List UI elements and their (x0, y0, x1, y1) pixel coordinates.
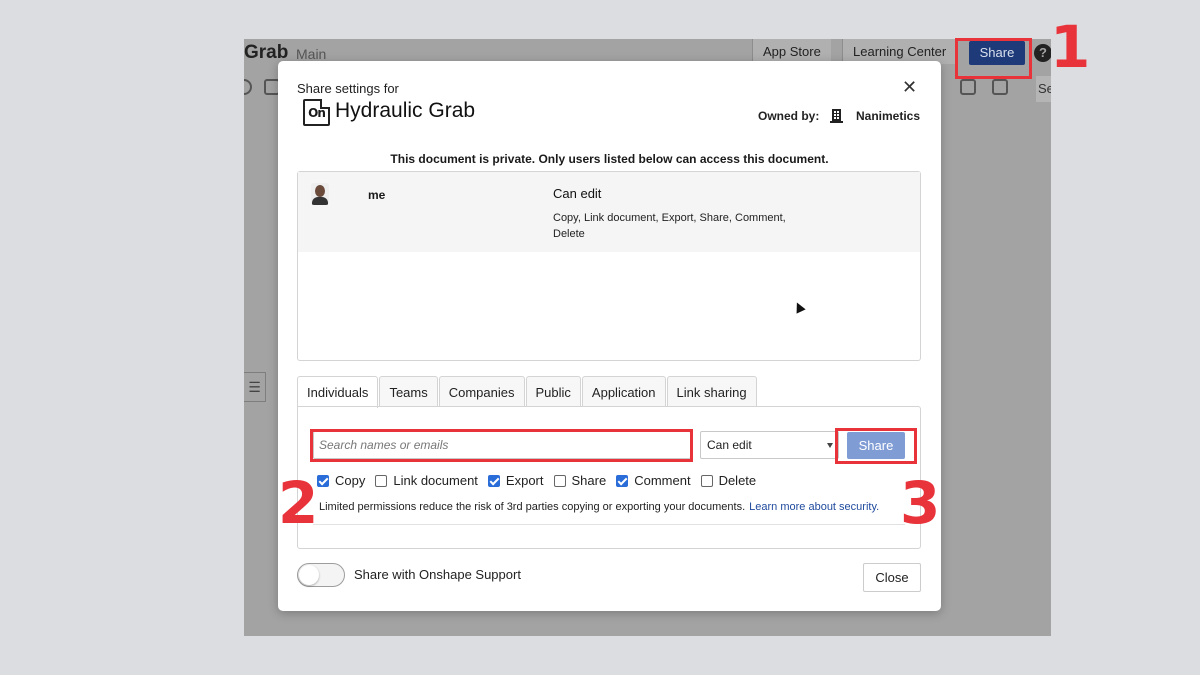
onshape-support-label: Share with Onshape Support (354, 567, 521, 582)
annotation-number-3: 3 (900, 469, 941, 537)
annotation-highlight-share (955, 38, 1032, 79)
checkbox-delete[interactable]: Delete (700, 473, 757, 488)
tab-public[interactable]: Public (525, 376, 581, 407)
onshape-support-toggle[interactable] (297, 563, 345, 587)
close-button[interactable]: Close (863, 563, 921, 592)
tab-companies[interactable]: Companies (438, 376, 525, 407)
checkbox-label: Comment (634, 473, 691, 488)
annotation-highlight-search (310, 429, 693, 462)
close-icon[interactable]: ✕ (902, 77, 917, 98)
tab-individuals[interactable]: Individuals (297, 376, 379, 408)
dialog-subtitle: Share settings for (297, 81, 399, 96)
checkbox-export[interactable]: Export (487, 473, 544, 488)
mouse-cursor-icon (792, 300, 806, 314)
shared-users-list: me Can edit Copy, Link document, Export,… (297, 171, 921, 361)
share-tabs: Individuals Teams Companies Public Appli… (297, 376, 758, 408)
permission-select-value: Can edit (707, 438, 752, 452)
checkbox-comment[interactable]: Comment (616, 473, 691, 488)
individuals-panel: Can edit Share Copy Link document Export… (297, 406, 921, 549)
toolbar-search-stub[interactable]: Se (1036, 76, 1051, 102)
app-branch-label: Main (296, 46, 327, 62)
toggle-knob (299, 565, 319, 585)
checkbox-unchecked-icon[interactable] (553, 474, 566, 487)
tab-teams[interactable]: Teams (379, 376, 438, 407)
annotation-number-1: 1 (1050, 13, 1091, 81)
toolbar-view-icon[interactable] (992, 79, 1008, 95)
list-panel-icon[interactable]: ☰ (244, 372, 266, 402)
building-icon (830, 109, 843, 123)
chevron-down-icon (827, 443, 833, 448)
document-title: Hydraulic Grab (335, 99, 476, 122)
checkbox-share[interactable]: Share (553, 473, 607, 488)
checkbox-unchecked-icon[interactable] (700, 474, 713, 487)
checkbox-label: Share (571, 473, 607, 488)
checkbox-link-document[interactable]: Link document (375, 473, 478, 488)
checkbox-label: Export (505, 473, 544, 488)
onshape-document-icon: On (303, 99, 330, 126)
permission-checkboxes: Copy Link document Export Share Comment … (317, 473, 766, 488)
list-item: me Can edit Copy, Link document, Export,… (298, 172, 920, 252)
avatar (311, 183, 329, 205)
checkbox-unchecked-icon[interactable] (375, 474, 388, 487)
owner-label: Owned by: (758, 109, 820, 123)
limited-permissions-note: Limited permissions reduce the risk of 3… (319, 501, 879, 513)
toolbar-tool-icon[interactable] (244, 79, 252, 95)
checkbox-checked-icon[interactable] (487, 474, 500, 487)
checkbox-checked-icon[interactable] (616, 474, 629, 487)
checkbox-copy[interactable]: Copy (317, 473, 365, 488)
tab-link-sharing[interactable]: Link sharing (666, 376, 757, 407)
annotation-highlight-share-button (835, 428, 917, 464)
owner-name: Nanimetics (856, 109, 921, 123)
tab-application[interactable]: Application (581, 376, 666, 407)
checkbox-label: Delete (718, 473, 757, 488)
user-name: me (368, 188, 386, 202)
user-permission-level[interactable]: Can edit (553, 186, 601, 201)
checkbox-checked-icon[interactable] (317, 474, 329, 487)
divider (313, 524, 905, 525)
security-learn-more-link[interactable]: Learn more about security. (749, 501, 879, 513)
annotation-number-2: 2 (278, 469, 319, 537)
user-permission-list: Copy, Link document, Export, Share, Comm… (553, 212, 786, 240)
checkbox-label: Link document (393, 473, 478, 488)
limited-permissions-text: Limited permissions reduce the risk of 3… (319, 501, 746, 513)
permission-select[interactable]: Can edit (700, 431, 839, 459)
toolbar-drawing-icon[interactable] (960, 79, 976, 95)
share-settings-dialog: Share settings for On Hydraulic Grab ✕ O… (278, 61, 941, 611)
checkbox-label: Copy (335, 473, 366, 488)
question-circle-icon[interactable]: ? (1034, 44, 1051, 62)
privacy-notice: This document is private. Only users lis… (390, 152, 829, 166)
